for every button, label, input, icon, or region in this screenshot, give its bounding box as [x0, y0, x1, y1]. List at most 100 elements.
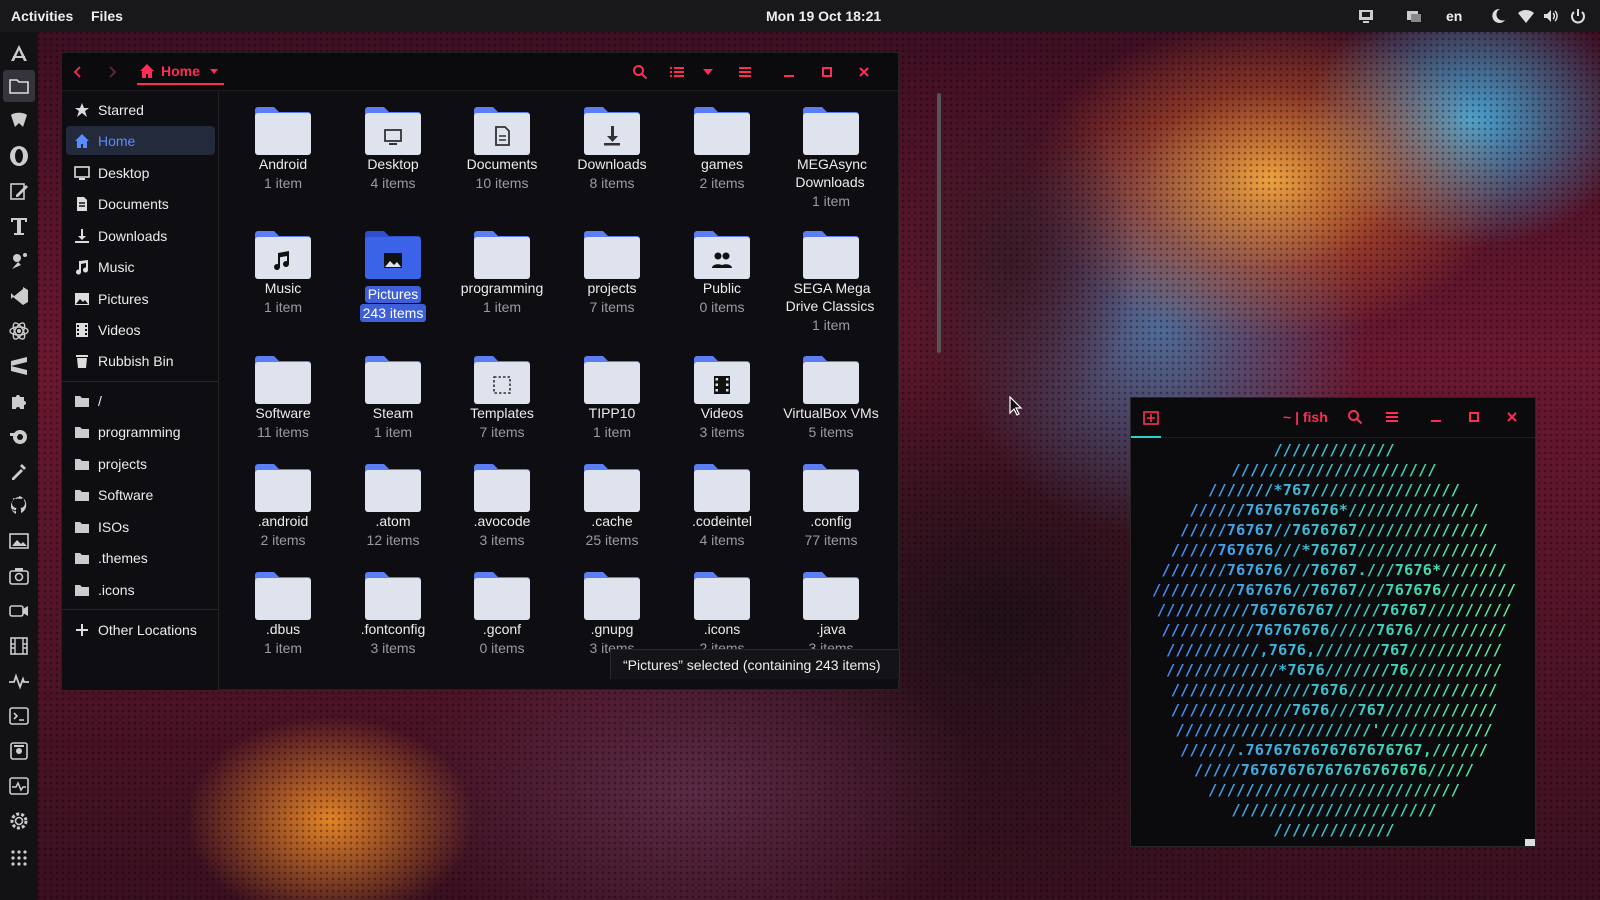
sidebar-item-music[interactable]: Music	[66, 252, 215, 281]
back-button[interactable]	[68, 62, 88, 82]
krita-icon[interactable]	[6, 108, 32, 134]
disks-icon[interactable]	[6, 738, 32, 764]
close-button[interactable]	[854, 62, 874, 82]
list-view-button[interactable]	[667, 62, 687, 82]
sidebar-item-other-locations[interactable]: Other Locations	[66, 615, 215, 644]
sidebar-item-icons[interactable]: .icons	[66, 575, 215, 604]
language-indicator[interactable]: en	[1446, 8, 1462, 24]
folder-item[interactable]: .android 2 items	[228, 463, 338, 550]
sidebar-item-isos[interactable]: ISOs	[66, 512, 215, 541]
text-editor-icon[interactable]	[6, 178, 32, 204]
settings-icon[interactable]	[6, 808, 32, 834]
color-picker-icon[interactable]	[6, 458, 32, 484]
system-monitor-icon[interactable]	[6, 773, 32, 799]
folder-item[interactable]: Pictures 243 items	[338, 230, 448, 323]
new-tab-button[interactable]	[1141, 407, 1161, 427]
folder-item[interactable]: Music 1 item	[228, 230, 338, 317]
atom-icon[interactable]	[6, 318, 32, 344]
folder-item[interactable]: Videos 3 items	[667, 355, 777, 442]
folder-item[interactable]: TIPP10 1 item	[557, 355, 667, 442]
sidebar-item-desktop[interactable]: Desktop	[66, 158, 215, 187]
folder-item[interactable]: .config 77 items	[776, 463, 880, 550]
folder-item[interactable]: Downloads 8 items	[557, 106, 667, 193]
inkscape-icon[interactable]	[6, 248, 32, 274]
app-store-icon[interactable]	[6, 40, 32, 66]
sublime-icon[interactable]	[6, 353, 32, 379]
terminal-ascii-art[interactable]: ///////////// ////////////////////// ///…	[1131, 440, 1537, 840]
sidebar-item-root[interactable]: /	[66, 386, 215, 415]
vscode-icon[interactable]	[6, 283, 32, 309]
view-options-button[interactable]	[698, 62, 718, 82]
power-icon[interactable]	[1569, 7, 1587, 25]
folder-item[interactable]: programming 1 item	[447, 230, 557, 317]
sidebar-item-videos[interactable]: Videos	[66, 315, 215, 344]
folder-item[interactable]: MEGAsync Downloads 1 item	[776, 106, 880, 211]
activities-button[interactable]: Activities	[11, 8, 73, 24]
sidebar-item-starred[interactable]: Starred	[66, 95, 215, 124]
sidebar-item-themes[interactable]: .themes	[66, 543, 215, 572]
folder-item[interactable]: Steam 1 item	[338, 355, 448, 442]
folder-item[interactable]: Software 11 items	[228, 355, 338, 442]
terminal-maximize-button[interactable]	[1464, 407, 1484, 427]
screen-icon[interactable]	[1357, 7, 1375, 25]
folder-item[interactable]: SEGA Mega Drive Classics 1 item	[776, 230, 880, 335]
puzzle-icon[interactable]	[6, 388, 32, 414]
volume-icon[interactable]	[1542, 7, 1560, 25]
folder-item[interactable]: .gconf 0 items	[447, 571, 557, 658]
folder-item[interactable]: .icons 2 items	[667, 571, 777, 658]
maximize-button[interactable]	[817, 62, 837, 82]
terminal-search-button[interactable]	[1345, 407, 1365, 427]
show-apps-icon[interactable]	[6, 845, 32, 871]
terminal-close-button[interactable]	[1502, 407, 1522, 427]
screenshot-icon[interactable]	[6, 563, 32, 589]
folder-item[interactable]: .cache 25 items	[557, 463, 667, 550]
video-editor-icon[interactable]	[6, 633, 32, 659]
folder-item[interactable]: .gnupg 3 items	[557, 571, 667, 658]
blender-icon[interactable]	[6, 423, 32, 449]
folder-item[interactable]: .codeintel 4 items	[667, 463, 777, 550]
folder-item[interactable]: Android 1 item	[228, 106, 338, 193]
clock[interactable]: Mon 19 Oct 18:21	[766, 8, 881, 24]
windows-icon[interactable]	[1405, 7, 1423, 25]
sidebar-item-rubbish-bin[interactable]: Rubbish Bin	[66, 346, 215, 375]
sidebar-item-downloads[interactable]: Downloads	[66, 221, 215, 250]
terminal-minimize-button[interactable]	[1426, 407, 1446, 427]
night-light-icon[interactable]	[1489, 7, 1507, 25]
folder-item[interactable]: projects 7 items	[557, 230, 667, 317]
app-menu-files[interactable]: Files	[91, 8, 123, 24]
terminal-icon[interactable]	[6, 703, 32, 729]
folder-item[interactable]: .dbus 1 item	[228, 571, 338, 658]
scrollbar[interactable]	[937, 93, 941, 353]
opera-icon[interactable]	[6, 143, 32, 169]
camera-icon[interactable]	[6, 598, 32, 624]
folder-item[interactable]: .fontconfig 3 items	[338, 571, 448, 658]
path-home-button[interactable]: Home	[137, 59, 224, 85]
folder-item[interactable]: VirtualBox VMs 5 items	[776, 355, 880, 442]
typora-icon[interactable]	[6, 213, 32, 239]
menu-button[interactable]	[735, 62, 755, 82]
folder-item[interactable]: Public 0 items	[667, 230, 777, 317]
folder-item[interactable]: Documents 10 items	[447, 106, 557, 193]
search-button[interactable]	[630, 62, 650, 82]
folder-item[interactable]: Templates 7 items	[447, 355, 557, 442]
image-viewer-icon[interactable]	[6, 528, 32, 554]
folder-item[interactable]: .java 3 items	[776, 571, 880, 658]
sidebar-item-software[interactable]: Software	[66, 480, 215, 509]
forward-button[interactable]	[102, 62, 122, 82]
folder-item[interactable]: Desktop 4 items	[338, 106, 448, 193]
sidebar-item-documents[interactable]: Documents	[66, 189, 215, 218]
sidebar-item-home[interactable]: Home	[66, 126, 215, 155]
terminal-menu-button[interactable]	[1382, 407, 1402, 427]
wifi-icon[interactable]	[1517, 7, 1535, 25]
sidebar-item-label: .themes	[98, 549, 148, 566]
files-icon[interactable]	[3, 70, 35, 102]
minimize-button[interactable]	[779, 62, 799, 82]
folder-item[interactable]: games 2 items	[667, 106, 777, 193]
sidebar-item-pictures[interactable]: Pictures	[66, 284, 215, 313]
folder-item[interactable]: .atom 12 items	[338, 463, 448, 550]
folder-item[interactable]: .avocode 3 items	[447, 463, 557, 550]
sidebar-item-projects[interactable]: projects	[66, 449, 215, 478]
sidebar-item-programming[interactable]: programming	[66, 417, 215, 446]
github-icon[interactable]	[6, 493, 32, 519]
pulse-icon[interactable]	[6, 668, 32, 694]
